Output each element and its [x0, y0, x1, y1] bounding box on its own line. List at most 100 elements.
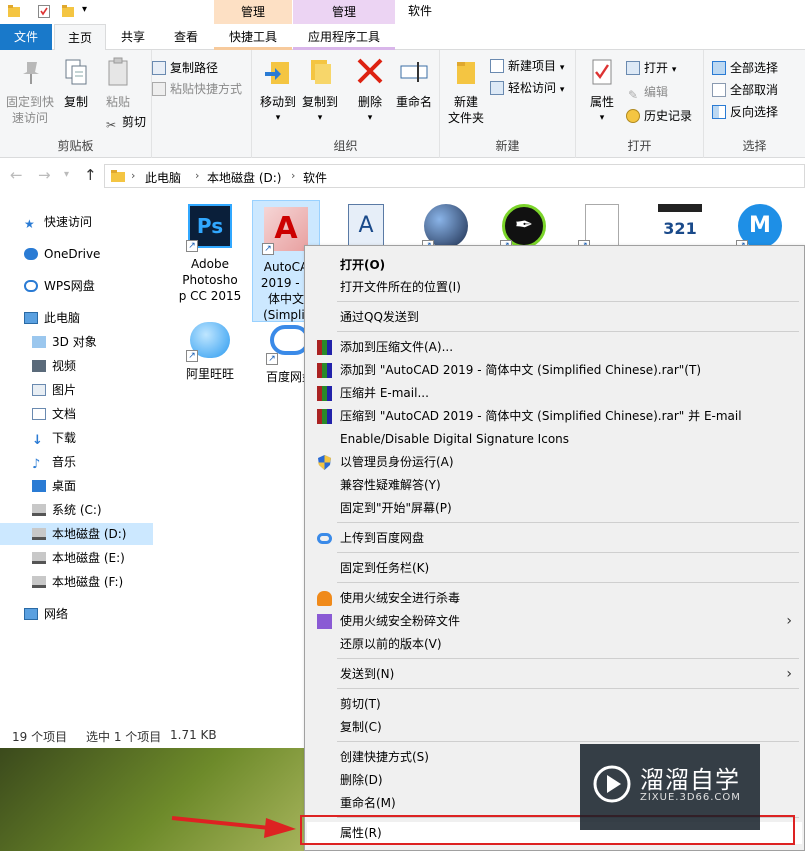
file-item[interactable]: M↗ — [726, 198, 794, 252]
menu-label: 剪切(T) — [340, 697, 381, 711]
menu-compress-to-rar-and-email[interactable]: 压缩到 "AutoCAD 2019 - 简体中文 (Simplified Chi… — [307, 405, 802, 427]
menu-send-via-qq[interactable]: 通过QQ发送到 — [307, 306, 802, 328]
tab-application-tools[interactable]: 应用程序工具 — [293, 24, 395, 50]
menu-add-to-rar[interactable]: 添加到 "AutoCAD 2019 - 简体中文 (Simplified Chi… — [307, 359, 802, 381]
edit-button[interactable]: ✎ 编辑 — [626, 82, 668, 102]
menu-restore-previous-versions[interactable]: 还原以前的版本(V) — [307, 633, 802, 655]
select-none-button[interactable]: 全部取消 — [712, 80, 778, 100]
nav-drive-d[interactable]: 本地磁盘 (D:) — [0, 523, 153, 545]
menu-send-to[interactable]: 发送到(N) › — [307, 663, 802, 685]
nav-music[interactable]: ♪ 音乐 — [32, 451, 76, 473]
pin-label-2: 速访问 — [11, 111, 48, 125]
menu-open-file-location[interactable]: 打开文件所在的位置(I) — [307, 276, 802, 298]
breadcrumb-this-pc[interactable]: 此电脑 — [145, 169, 181, 186]
nav-label: 3D 对象 — [52, 335, 97, 349]
menu-add-to-archive[interactable]: 添加到压缩文件(A)... — [307, 336, 802, 358]
menu-label: 打开(O) — [340, 258, 386, 272]
menu-huorong-scan[interactable]: 使用火绒安全进行杀毒 — [307, 587, 802, 609]
tab-home[interactable]: 主页 — [54, 24, 106, 51]
nav-wps-drive[interactable]: WPS网盘 — [24, 275, 95, 297]
back-arrow-icon[interactable]: ← — [10, 166, 23, 184]
file-item[interactable]: ↗ — [412, 198, 480, 252]
context-tab-manage-1: 管理 — [214, 0, 292, 24]
nav-downloads[interactable]: ↓ 下载 — [32, 427, 76, 449]
open-button[interactable]: 打开 ▾ — [626, 58, 676, 78]
file-item[interactable]: ↗ 阿里旺旺 — [176, 320, 244, 382]
context-tab-label: 管理 — [331, 5, 356, 19]
menu-label: 复制(C) — [340, 720, 382, 734]
window-title: 软件 — [408, 4, 433, 18]
new-folder-icon — [457, 62, 475, 84]
recent-locations-icon[interactable]: ▾ — [64, 169, 69, 180]
properties-button[interactable]: 属性 ▾ — [582, 56, 622, 126]
copy-button[interactable]: 复制 — [58, 56, 94, 110]
file-name: Adobe — [191, 257, 229, 271]
menu-huorong-shred[interactable]: 使用火绒安全粉碎文件 › — [307, 610, 802, 632]
tab-file[interactable]: 文件 — [0, 24, 52, 50]
forward-arrow-icon[interactable]: → — [38, 166, 51, 184]
shortcut-arrow-icon: ↗ — [266, 353, 278, 365]
paste-button[interactable]: 粘贴 — [100, 56, 136, 110]
nav-drive-c[interactable]: 系统 (C:) — [32, 499, 102, 521]
nav-videos[interactable]: 视频 — [32, 355, 76, 377]
pin-label-1: 固定到快 — [5, 95, 54, 109]
delete-button[interactable]: 删除 ▾ — [352, 56, 388, 126]
new-item-dropdown-icon: ▾ — [559, 63, 565, 73]
new-folder-button[interactable]: 新建 文件夹 — [444, 56, 488, 126]
new-folder-quick-icon[interactable] — [62, 4, 74, 18]
menu-open[interactable]: 打开(O) — [307, 254, 802, 276]
file-item[interactable]: Ps ↗ Adobe Photosho p CC 2015 — [176, 198, 244, 304]
nav-onedrive[interactable]: OneDrive — [24, 243, 100, 265]
music-note-icon: ♪ — [32, 457, 41, 472]
documents-icon — [32, 408, 46, 420]
menu-digital-signature-icons[interactable]: Enable/Disable Digital Signature Icons — [307, 428, 802, 450]
cut-button[interactable]: ✂ 剪切 — [104, 112, 146, 132]
select-all-icon — [712, 61, 726, 75]
nav-pictures[interactable]: 图片 — [32, 379, 76, 401]
move-to-button[interactable]: 移动到 ▾ — [258, 56, 298, 126]
rename-button[interactable]: 重命名 — [392, 56, 436, 110]
menu-label: 兼容性疑难解答(Y) — [340, 478, 441, 492]
history-button[interactable]: 历史记录 — [626, 106, 692, 126]
address-bar[interactable]: › 此电脑 › 本地磁盘 (D:) › 软件 — [104, 164, 805, 188]
menu-compatibility-troubleshoot[interactable]: 兼容性疑难解答(Y) — [307, 474, 802, 496]
copy-to-button[interactable]: 复制到 ▾ — [300, 56, 340, 126]
select-all-button[interactable]: 全部选择 — [712, 58, 778, 78]
nav-3d-objects[interactable]: 3D 对象 — [32, 331, 97, 353]
winrar-icon — [317, 340, 332, 355]
menu-pin-to-taskbar[interactable]: 固定到任务栏(K) — [307, 557, 802, 579]
menu-run-as-admin[interactable]: 以管理员身份运行(A) — [307, 451, 802, 473]
properties-check-icon[interactable] — [38, 4, 50, 18]
file-item[interactable]: ↗ — [568, 198, 636, 252]
file-explorer-window: ▾ 管理 管理 软件 文件 主页 共享 查看 快捷工具 应用程序工具 固定到快 … — [0, 0, 805, 851]
menu-pin-to-start[interactable]: 固定到"开始"屏幕(P) — [307, 497, 802, 519]
menu-compress-and-email[interactable]: 压缩并 E-mail... — [307, 382, 802, 404]
breadcrumb-disk-d[interactable]: 本地磁盘 (D:) — [207, 169, 281, 186]
menu-copy[interactable]: 复制(C) — [307, 716, 802, 738]
invert-selection-button[interactable]: 反向选择 — [712, 102, 778, 122]
new-item-button[interactable]: 新建项目 ▾ — [490, 56, 564, 76]
menu-label: 添加到压缩文件(A)... — [340, 340, 454, 354]
file-item[interactable]: A — [332, 198, 400, 248]
tab-view[interactable]: 查看 — [160, 24, 212, 50]
menu-cut[interactable]: 剪切(T) — [307, 693, 802, 715]
nav-drive-e[interactable]: 本地磁盘 (E:) — [32, 547, 125, 569]
nav-documents[interactable]: 文档 — [32, 403, 76, 425]
menu-upload-baidu-netdisk[interactable]: 上传到百度网盘 — [307, 527, 802, 549]
move-to-dropdown-icon: ▾ — [275, 113, 281, 123]
easy-access-button[interactable]: 轻松访问 ▾ — [490, 78, 564, 98]
breadcrumb-software[interactable]: 软件 — [303, 169, 327, 186]
nav-network[interactable]: 网络 — [24, 603, 68, 625]
file-item[interactable]: 321 — [646, 198, 714, 248]
rename-icon — [400, 62, 428, 82]
tab-share[interactable]: 共享 — [108, 24, 158, 50]
nav-quick-access[interactable]: ★ 快速访问 — [24, 211, 92, 233]
file-item[interactable]: ✒↗ — [490, 198, 558, 252]
customize-quick-access-icon[interactable]: ▾ — [82, 4, 87, 15]
up-arrow-icon[interactable]: ↑ — [84, 166, 97, 184]
nav-desktop[interactable]: 桌面 — [32, 475, 76, 497]
tab-shortcut-tools[interactable]: 快捷工具 — [214, 24, 292, 50]
nav-drive-f[interactable]: 本地磁盘 (F:) — [32, 571, 123, 593]
nav-this-pc[interactable]: 此电脑 — [24, 307, 80, 329]
pin-to-quick-access-button[interactable]: 固定到快 速访问 — [4, 56, 56, 126]
